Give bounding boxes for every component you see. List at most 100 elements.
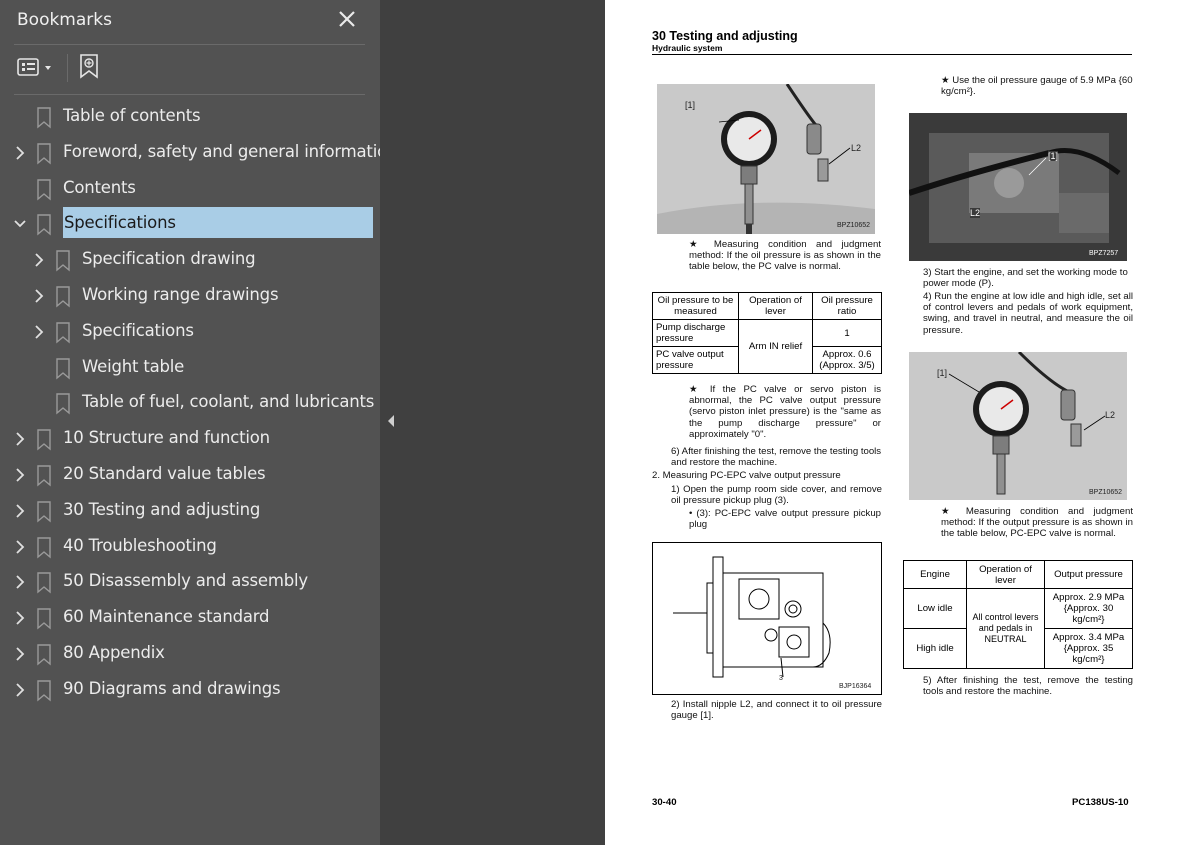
bookmark-label: 80 Appendix xyxy=(63,643,165,662)
step-text: 2) Install nipple L2, and connect it to … xyxy=(671,699,882,722)
gauge-note: ★ Use the oil pressure gauge of 5.9 MPa … xyxy=(941,75,1133,98)
bookmark-label: 30 Testing and adjusting xyxy=(63,499,261,519)
photo-tag: L2 xyxy=(1105,410,1116,420)
bookmark-icon xyxy=(56,250,70,272)
table-header: Operation of lever xyxy=(738,292,813,320)
table-header: Output pressure xyxy=(1044,560,1133,589)
chevron-right-icon[interactable] xyxy=(13,503,27,519)
bookmark-icon xyxy=(56,322,70,344)
bookmark-label: Table of fuel, coolant, and lubricants xyxy=(82,392,375,412)
bookmark-item[interactable]: Table of fuel, coolant, and lubricants xyxy=(0,386,380,420)
step-text: 4) Run the engine at low idle and high i… xyxy=(923,291,1133,336)
bookmark-icon xyxy=(37,214,51,236)
photo-tag: L2 xyxy=(970,208,981,218)
bookmark-icon xyxy=(37,680,51,702)
step-text: 1) Open the pump room side cover, and re… xyxy=(671,484,882,507)
bookmark-label: 20 Standard value tables xyxy=(63,464,266,483)
bookmark-icon xyxy=(37,429,51,451)
chevron-right-icon[interactable] xyxy=(13,539,27,555)
bookmark-label: 50 Disassembly and assembly xyxy=(63,571,308,591)
bookmark-label: 40 Troubleshooting xyxy=(63,535,217,555)
drawing-callout: 3 xyxy=(779,675,783,682)
options-menu-icon[interactable] xyxy=(17,56,57,80)
bookmark-item[interactable]: 80 Appendix xyxy=(0,637,380,671)
document-page: 30 Testing and adjusting Hydraulic syste… xyxy=(605,0,1200,845)
photo-code: BPZ7257 xyxy=(1089,250,1119,257)
bookmark-item[interactable]: 20 Standard value tables xyxy=(0,458,380,492)
bookmark-label: Foreword, safety and general information xyxy=(63,141,398,161)
chevron-right-icon[interactable] xyxy=(13,431,27,447)
chevron-right-icon[interactable] xyxy=(32,252,46,268)
pump-photo: [1] L2 BPZ7257 xyxy=(909,113,1127,261)
bookmarks-panel: Bookmarks Table of contents Foreword, saf… xyxy=(0,0,397,845)
table-cell: All control levers and pedals in NEUTRAL xyxy=(966,588,1045,669)
bookmark-item[interactable]: 60 Maintenance standard xyxy=(0,601,380,635)
bookmark-label: Working range drawings xyxy=(82,285,279,304)
toolbar-divider xyxy=(67,54,68,82)
chevron-down-icon[interactable] xyxy=(13,216,27,232)
bookmark-item[interactable]: Contents xyxy=(0,172,380,206)
bookmark-item[interactable]: 30 Testing and adjusting xyxy=(0,494,380,528)
pc-epc-table: Engine Operation of lever Output pressur… xyxy=(903,560,1133,669)
bookmark-icon xyxy=(37,501,51,523)
table-cell: Approx. 2.9 MPa {Approx. 30 kg/cm²} xyxy=(1044,588,1133,629)
bookmark-item[interactable]: Specifications xyxy=(0,315,380,349)
bookmark-label: Contents xyxy=(63,177,136,197)
bookmarks-header: Bookmarks xyxy=(0,0,380,42)
chevron-right-icon[interactable] xyxy=(13,682,27,698)
bookmark-item[interactable]: Weight table xyxy=(0,351,380,385)
chevron-right-icon[interactable] xyxy=(13,646,27,662)
table-cell: Low idle xyxy=(903,588,967,629)
bookmark-icon xyxy=(37,178,51,201)
bookmark-item[interactable]: 40 Troubleshooting xyxy=(0,530,380,564)
page-number: 30-40 xyxy=(652,797,677,808)
collapse-panel-icon[interactable] xyxy=(387,414,395,428)
bullet-text: • (3): PC-EPC valve output pressure pick… xyxy=(689,508,881,531)
step-text: 6) After finishing the test, remove the … xyxy=(671,446,882,469)
section-item: 2. Measuring PC-EPC valve output pressur… xyxy=(652,470,841,481)
chevron-right-icon[interactable] xyxy=(13,467,27,483)
pc-valve-table: Oil pressure to be measured Operation of… xyxy=(652,292,882,374)
bookmark-item[interactable]: Table of contents xyxy=(0,100,380,134)
header-rule xyxy=(652,54,1132,55)
page-title: 30 Testing and adjusting xyxy=(652,29,798,43)
bookmark-label: Specifications xyxy=(63,207,373,239)
bookmark-item[interactable]: Foreword, safety and general information xyxy=(0,136,397,170)
divider xyxy=(14,94,365,95)
bookmark-icon xyxy=(56,357,70,380)
bookmark-item[interactable]: 90 Diagrams and drawings xyxy=(0,673,380,707)
bookmark-icon xyxy=(37,143,51,165)
photo-tag: L2 xyxy=(851,143,862,153)
table-cell: High idle xyxy=(903,628,967,669)
chevron-right-icon[interactable] xyxy=(13,574,27,590)
table-cell: Approx. 3.4 MPa {Approx. 35 kg/cm²} xyxy=(1044,628,1133,669)
bookmark-item[interactable]: Specification drawing xyxy=(0,243,380,277)
bookmark-icon xyxy=(37,644,51,666)
chevron-right-icon[interactable] xyxy=(32,324,46,340)
table-cell: 1 xyxy=(812,319,882,347)
bookmark-label: Specifications xyxy=(82,320,194,340)
judgment-note: ★ Measuring condition and judgment metho… xyxy=(941,506,1133,540)
bookmark-icon xyxy=(37,107,51,129)
gauge-photo: [1] L2 BPZ10652 xyxy=(657,84,875,234)
bookmark-item[interactable]: Specifications xyxy=(0,207,380,241)
bookmark-item[interactable]: 50 Disassembly and assembly xyxy=(0,565,380,599)
add-bookmark-icon[interactable] xyxy=(77,53,103,81)
bookmark-item[interactable]: 10 Structure and function xyxy=(0,422,380,456)
chevron-right-icon[interactable] xyxy=(13,145,27,161)
chevron-right-icon[interactable] xyxy=(32,288,46,304)
table-cell: Arm IN relief xyxy=(738,319,813,374)
bookmarks-toolbar xyxy=(0,48,380,90)
bookmark-label: 60 Maintenance standard xyxy=(63,607,270,627)
divider xyxy=(14,44,365,45)
close-icon[interactable] xyxy=(336,8,358,30)
table-header: Operation of lever xyxy=(966,560,1045,589)
chevron-right-icon[interactable] xyxy=(13,610,27,626)
table-cell: Pump discharge pressure xyxy=(652,319,739,347)
photo-tag: [1] xyxy=(937,368,948,378)
bookmark-label: Table of contents xyxy=(63,106,201,125)
table-cell: Approx. 0.6 (Approx. 3/5) xyxy=(812,346,882,374)
bookmark-item[interactable]: Working range drawings xyxy=(0,279,380,313)
bookmark-label: 10 Structure and function xyxy=(63,428,270,448)
gauge-photo: [1] L2 BPZ10652 xyxy=(909,352,1127,500)
